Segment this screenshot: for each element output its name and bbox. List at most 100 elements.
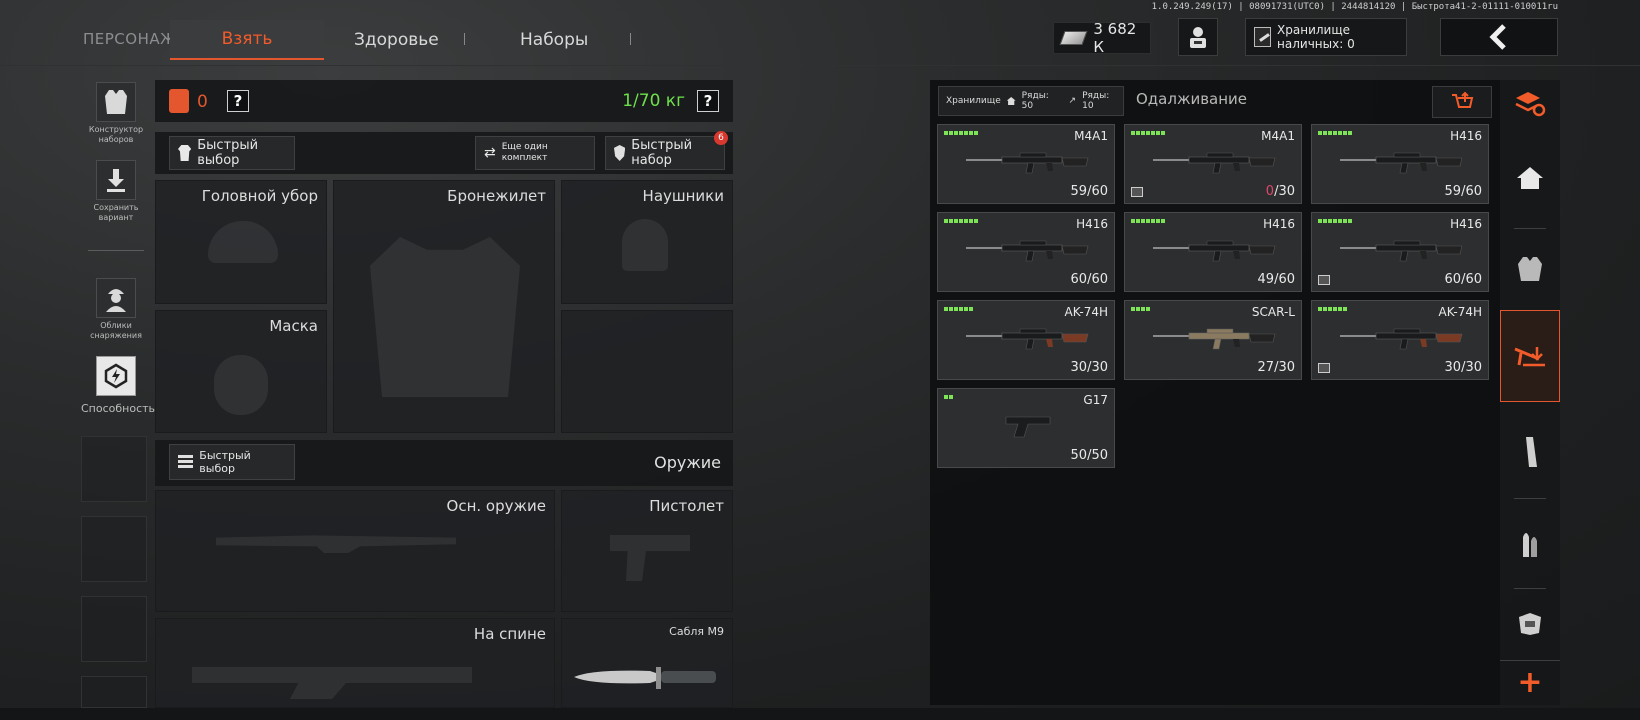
durability-pip: [964, 131, 968, 135]
ability-button[interactable]: Способность: [81, 356, 155, 414]
ammo-max: 30: [1465, 360, 1482, 375]
rail-divider: [1514, 228, 1546, 229]
rifle-icon: [1340, 240, 1463, 262]
ammo-count: 60/60: [1071, 272, 1108, 287]
primary-weapon-slot[interactable]: Осн. оружие: [155, 490, 555, 612]
durability-pip: [1323, 131, 1327, 135]
durability-pip: [1146, 219, 1150, 223]
weapon-card[interactable]: M4A1 59/60: [937, 124, 1115, 204]
weapon-card[interactable]: M4A1 0/30: [1124, 124, 1302, 204]
weapon-card[interactable]: AK-74H 30/30: [937, 300, 1115, 380]
durability-pip: [959, 307, 963, 311]
tab-divider: [464, 33, 465, 45]
ammo-category-button[interactable]: [1500, 504, 1560, 584]
weapon-card[interactable]: G17 50/50: [937, 388, 1115, 468]
durability-pip: [1161, 219, 1165, 223]
quick-select-button[interactable]: Быстрый выбор: [169, 136, 295, 170]
headphones-slot[interactable]: Наушники: [561, 180, 733, 304]
weapons-quick-select-button[interactable]: Быстрый выбор: [169, 444, 295, 480]
ammo-current: 30: [1070, 360, 1088, 375]
ammo-count: 50/50: [1071, 448, 1108, 463]
ammo-stack-icon: [178, 455, 194, 469]
durability-pip: [1318, 131, 1322, 135]
extra-slot[interactable]: [561, 310, 733, 433]
ammo-count: 49/60: [1258, 272, 1295, 287]
helmet-slot[interactable]: Головной убор: [155, 180, 327, 304]
tab-sets[interactable]: Наборы: [520, 30, 588, 50]
weapon-download-icon: [1514, 347, 1545, 367]
ammo-max: 30: [1278, 184, 1295, 199]
empty-ability-slot[interactable]: [81, 516, 147, 582]
gear-skins-label: Облики снаряжения: [90, 321, 142, 340]
helmet-silhouette: [208, 221, 278, 263]
durability-pip: [969, 307, 973, 311]
durability-pips: [944, 219, 978, 223]
ammo-max: 50: [1091, 448, 1108, 463]
backpack-icon: [169, 89, 189, 113]
cash-storage-button[interactable]: Хранилище наличных: 0: [1245, 18, 1407, 56]
weapon-card[interactable]: H416 59/60: [1311, 124, 1489, 204]
tab-take[interactable]: Взять: [170, 20, 324, 60]
kit-builder-button[interactable]: Конструктор наборов: [81, 82, 151, 145]
durability-pip: [974, 219, 978, 223]
ammo-current: 60: [1444, 272, 1462, 287]
vest-category-button[interactable]: [1500, 238, 1560, 300]
gear-skins-button[interactable]: Облики снаряжения: [81, 278, 151, 341]
add-category-button[interactable]: +: [1500, 660, 1560, 704]
top-bar: ПЕРСОНАЖ Взять Здоровье Наборы 1.0.249.2…: [0, 0, 1640, 66]
melee-slot-label: Сабля M9: [669, 625, 724, 638]
rifle-icon: [1340, 152, 1463, 174]
empty-ability-slot[interactable]: [81, 676, 147, 708]
armor-category-button[interactable]: [1500, 594, 1560, 654]
storage-tab[interactable]: Хранилище Ряды: 50 ↗ Ряды: 10: [938, 86, 1124, 116]
tab-health[interactable]: Здоровье: [354, 30, 439, 50]
empty-ability-slot[interactable]: [81, 436, 147, 502]
help-button[interactable]: ?: [227, 90, 249, 112]
home-category-button[interactable]: [1500, 138, 1560, 218]
soldier-icon: [1190, 27, 1206, 48]
transfer-button[interactable]: [1432, 86, 1492, 118]
weapon-category-button[interactable]: [1500, 310, 1560, 402]
durability-pip: [944, 395, 948, 399]
rifle-silhouette: [216, 535, 456, 553]
save-variant-button[interactable]: Сохранить вариант: [81, 160, 151, 223]
mask-slot[interactable]: Маска: [155, 310, 327, 433]
durability-pip: [1338, 131, 1342, 135]
quick-actions-row: Быстрый выбор ⇄ Еще один комплект Быстры…: [155, 131, 733, 174]
durability-pips: [1318, 307, 1347, 311]
durability-pip: [969, 219, 973, 223]
weapon-card[interactable]: AK-74H 30/30: [1311, 300, 1489, 380]
rows-home: Ряды: 50: [1021, 91, 1049, 111]
quick-set-button[interactable]: Быстрый набор 6: [605, 131, 728, 170]
ammo-count: 27/30: [1258, 360, 1295, 375]
help-button[interactable]: ?: [697, 90, 719, 112]
melee-slot[interactable]: Сабля M9: [561, 618, 733, 708]
money-display: 3 682 К: [1053, 20, 1151, 56]
home-icon: [1517, 167, 1543, 189]
weapon-card[interactable]: H416 60/60: [937, 212, 1115, 292]
empty-ability-slot[interactable]: [81, 596, 147, 662]
weapon-card[interactable]: H416 60/60: [1311, 212, 1489, 292]
weapon-name: M4A1: [1074, 129, 1108, 143]
weapon-card[interactable]: H416 49/60: [1124, 212, 1302, 292]
stack-refresh-button[interactable]: [1500, 80, 1560, 128]
back-button[interactable]: [1440, 18, 1558, 56]
stack-refresh-icon: [1515, 92, 1546, 117]
pistol-slot[interactable]: Пистолет: [561, 490, 733, 612]
durability-pip: [954, 219, 958, 223]
durability-pip: [1151, 219, 1155, 223]
durability-pip: [969, 131, 973, 135]
save-variant-label: Сохранить вариант: [93, 203, 139, 222]
durability-pip: [1348, 219, 1352, 223]
magazine-category-button[interactable]: [1500, 412, 1560, 492]
back-weapon-slot[interactable]: На спине: [155, 618, 555, 708]
lending-tab[interactable]: Одалживание: [1136, 90, 1247, 108]
weapon-card[interactable]: SCAR-L 27/30: [1124, 300, 1302, 380]
profile-button[interactable]: [1178, 18, 1218, 56]
ammo-max: 60: [1091, 184, 1108, 199]
rifle-icon: [1153, 328, 1276, 350]
vest-silhouette: [370, 237, 520, 397]
vest-slot[interactable]: Бронежилет: [333, 180, 555, 433]
another-set-button[interactable]: ⇄ Еще один комплект: [475, 136, 595, 170]
durability-pip: [1136, 307, 1140, 311]
